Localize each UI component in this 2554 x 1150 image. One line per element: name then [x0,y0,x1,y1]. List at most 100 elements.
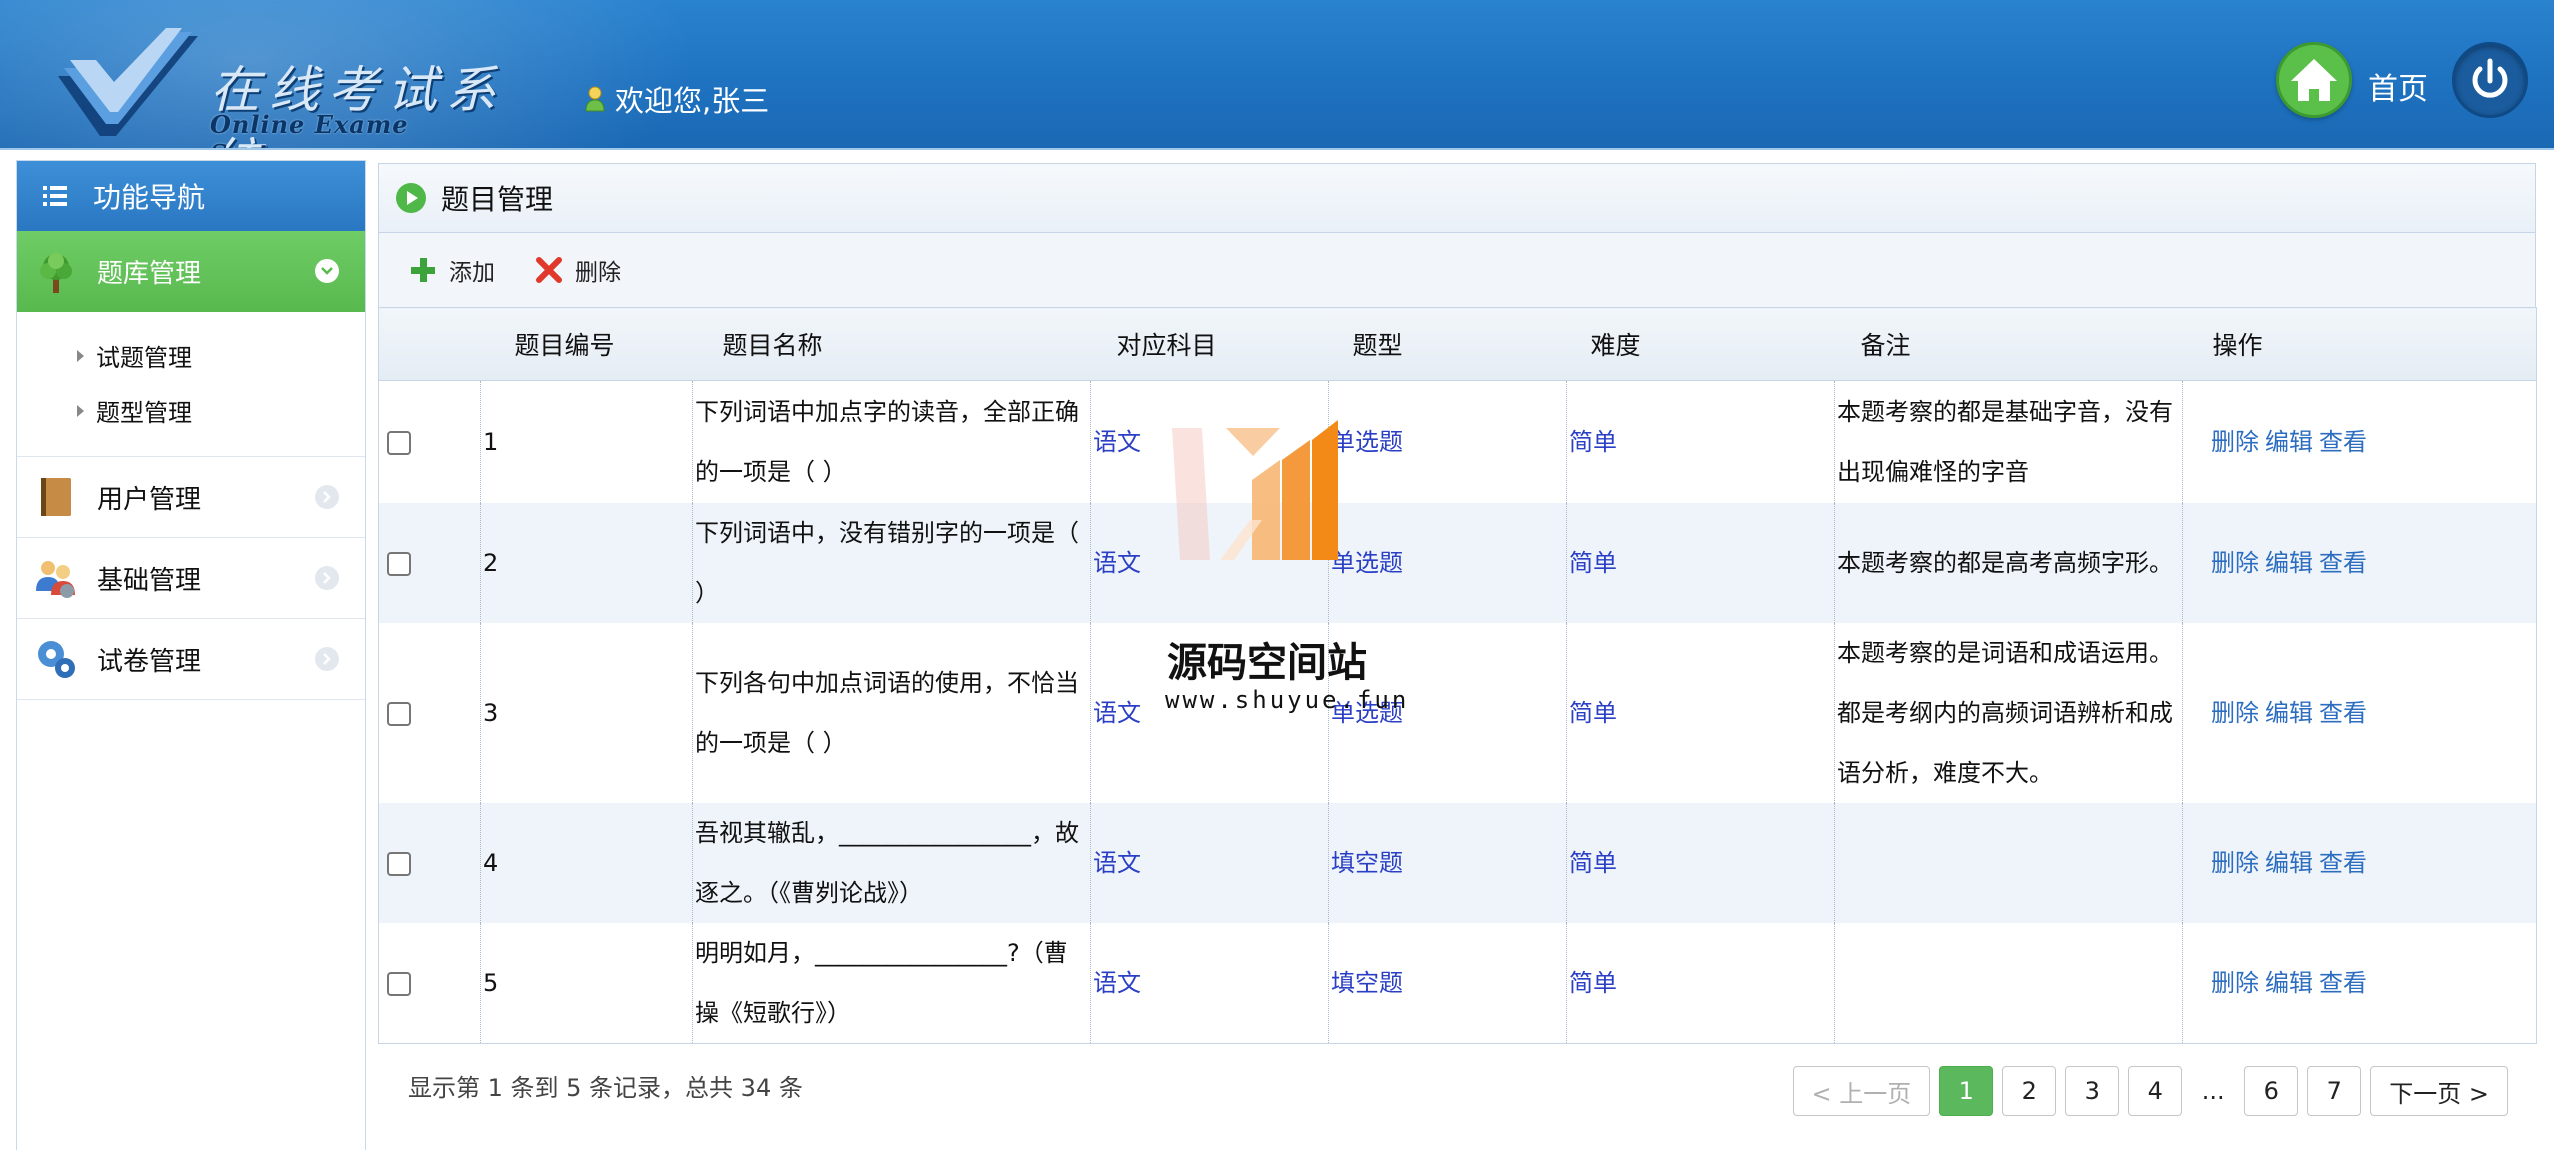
cell-id: 3 [480,622,693,803]
column-header[interactable]: 对应科目 [1090,307,1329,381]
chevron-down-icon [315,259,339,283]
table-header-row: 题目编号 题目名称 对应科目 题型 难度 备注 操作 [378,307,2537,381]
row-edit-link[interactable]: 编辑 [2265,699,2313,727]
app-logo: 在线考试系统 Online Exame System [50,28,510,150]
sidebar-item-users[interactable]: 用户管理 [17,457,365,538]
chevron-right-icon [315,485,339,509]
row-checkbox[interactable] [387,971,411,996]
table-row[interactable]: 5 明明如月，________________?（曹操《短歌行》） 语文 填空题… [379,922,2537,1043]
page-button[interactable]: 4 [2128,1066,2183,1116]
cell-id: 5 [480,922,693,1043]
row-edit-link[interactable]: 编辑 [2265,428,2313,456]
type-link[interactable]: 单选题 [1331,549,1403,577]
row-delete-link[interactable]: 删除 [2211,969,2259,997]
page-button[interactable]: 6 [2244,1066,2299,1116]
row-view-link[interactable]: 查看 [2319,699,2367,727]
delete-button[interactable]: 删除 [535,253,621,287]
row-checkbox[interactable] [387,430,411,455]
row-select-cell [379,623,481,803]
cell-subject: 语文 [1090,502,1329,623]
power-icon [2472,58,2508,98]
row-delete-link[interactable]: 删除 [2211,849,2259,877]
difficulty-link[interactable]: 简单 [1569,428,1617,456]
record-summary: 显示第 1 条到 5 条记录，总共 34 条 [408,1074,803,1102]
table-row[interactable]: 1 下列词语中加点字的读音，全部正确的一项是（ ） 语文 单选题 简单 本题考察… [379,380,2537,503]
type-link[interactable]: 填空题 [1331,849,1403,877]
subject-link[interactable]: 语文 [1093,849,1141,877]
cell-actions: 删除 编辑 查看 [2182,802,2537,923]
add-button[interactable]: 添加 [409,253,495,287]
column-header[interactable]: 题目名称 [692,307,1091,381]
subject-link[interactable]: 语文 [1093,428,1141,456]
difficulty-link[interactable]: 简单 [1569,549,1617,577]
row-view-link[interactable]: 查看 [2319,549,2367,577]
sidebar-subitem-label: 试题管理 [96,344,192,372]
row-edit-link[interactable]: 编辑 [2265,849,2313,877]
sidebar-item-exam-papers[interactable]: 试卷管理 [17,619,365,700]
subject-link[interactable]: 语文 [1093,699,1141,727]
sidebar-subitem-questions[interactable]: 试题管理 [17,328,365,383]
difficulty-link[interactable]: 简单 [1569,969,1617,997]
sidebar-subitem-question-types[interactable]: 题型管理 [17,383,365,438]
row-view-link[interactable]: 查看 [2319,849,2367,877]
sidebar-item-basic[interactable]: 基础管理 [17,538,365,619]
pagination: < 上一页 1 2 3 4 ... 6 7 下一页 > [1784,1066,2508,1116]
cell-actions: 删除 编辑 查看 [2182,622,2537,803]
column-header: 操作 [2182,307,2537,381]
table-row[interactable]: 4 吾视其辙乱，________________，故逐之。（《曹刿论战》） 语文… [378,802,2537,923]
logout-button[interactable] [2452,42,2528,118]
chevron-right-icon [315,647,339,671]
difficulty-link[interactable]: 简单 [1569,849,1617,877]
row-edit-link[interactable]: 编辑 [2265,549,2313,577]
cell-note: 本题考察的是词语和成语运用。都是考纲内的高频词语辨析和成语分析，难度不大。 [1834,622,2183,803]
play-circle-icon [396,183,426,213]
row-checkbox[interactable] [387,851,411,876]
cell-name: 下列各句中加点词语的使用，不恰当的一项是（ ） [692,622,1091,803]
home-link[interactable]: 首页 [2368,64,2428,108]
sidebar-title: 功能导航 [17,161,365,231]
sidebar-item-label: 基础管理 [97,565,202,596]
page-button[interactable]: 3 [2065,1066,2120,1116]
cell-actions: 删除 编辑 查看 [2182,380,2537,503]
type-link[interactable]: 单选题 [1331,699,1403,727]
cell-difficulty: 简单 [1566,380,1835,503]
column-header[interactable]: 备注 [1834,307,2183,381]
subject-link[interactable]: 语文 [1093,969,1141,997]
cell-name: 下列词语中，没有错别字的一项是（ ） [692,502,1091,623]
row-delete-link[interactable]: 删除 [2211,549,2259,577]
row-view-link[interactable]: 查看 [2319,428,2367,456]
row-delete-link[interactable]: 删除 [2211,699,2259,727]
sidebar-item-question-bank[interactable]: 题库管理 [17,231,365,312]
next-page-button[interactable]: 下一页 > [2370,1066,2508,1116]
list-icon [43,186,67,206]
difficulty-link[interactable]: 简单 [1569,699,1617,727]
cell-actions: 删除 编辑 查看 [2182,922,2537,1043]
cell-note [1834,922,2183,1043]
subject-link[interactable]: 语文 [1093,549,1141,577]
row-checkbox[interactable] [387,701,411,726]
tree-icon [40,252,72,293]
home-button[interactable] [2276,42,2352,118]
column-header [378,307,481,381]
page-button[interactable]: 2 [2002,1066,2057,1116]
triangle-right-icon [77,349,84,362]
row-delete-link[interactable]: 删除 [2211,428,2259,456]
page-button-current[interactable]: 1 [1939,1066,1994,1116]
row-edit-link[interactable]: 编辑 [2265,969,2313,997]
row-view-link[interactable]: 查看 [2319,969,2367,997]
type-link[interactable]: 单选题 [1331,428,1403,456]
column-header[interactable]: 难度 [1566,307,1835,381]
row-checkbox[interactable] [387,551,411,576]
table-row[interactable]: 2 下列词语中，没有错别字的一项是（ ） 语文 单选题 简单 本题考察的都是高考… [378,502,2537,623]
column-header[interactable]: 题目编号 [480,307,693,381]
sidebar-item-label: 用户管理 [97,484,202,515]
prev-page-button[interactable]: < 上一页 [1792,1066,1931,1116]
table-row[interactable]: 3 下列各句中加点词语的使用，不恰当的一项是（ ） 语文 单选题 简单 本题考察… [379,622,2537,803]
page-button[interactable]: 7 [2307,1066,2362,1116]
cell-subject: 语文 [1090,622,1329,803]
cell-note [1834,802,2183,923]
page-title: 题目管理 [441,183,554,216]
cell-name: 明明如月，________________?（曹操《短歌行》） [692,922,1091,1043]
type-link[interactable]: 填空题 [1331,969,1403,997]
column-header[interactable]: 题型 [1328,307,1567,381]
